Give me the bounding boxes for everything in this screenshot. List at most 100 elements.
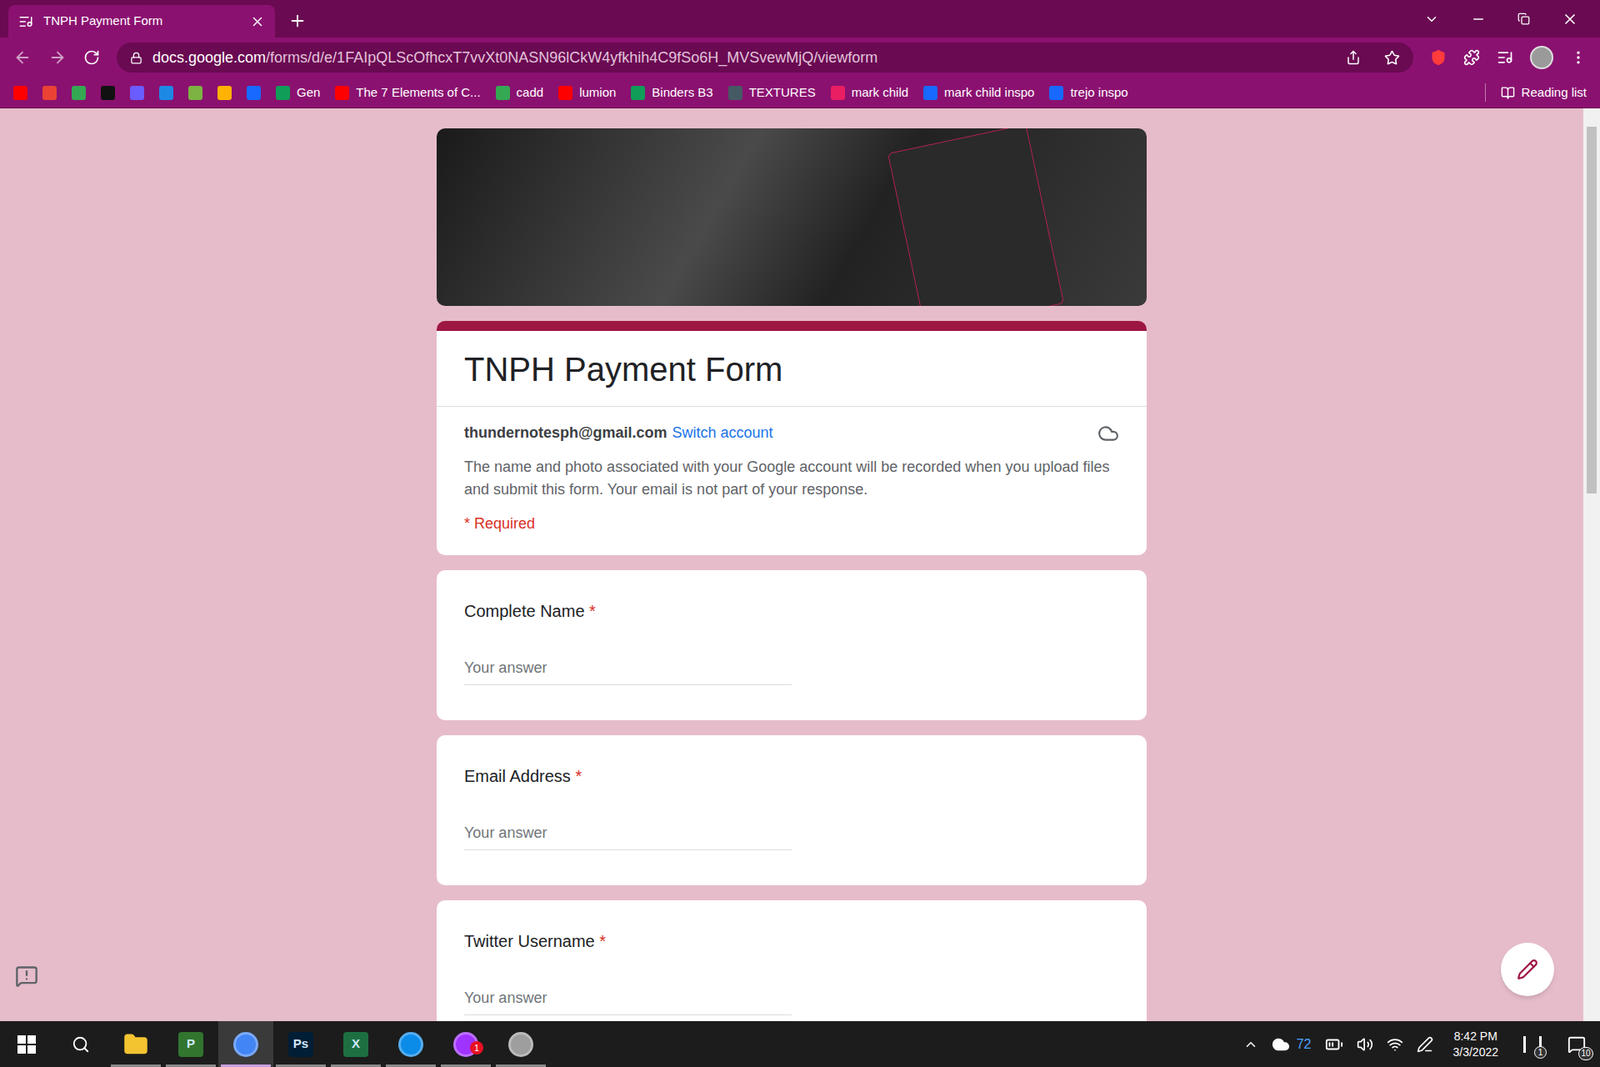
- back-icon[interactable]: [13, 48, 32, 67]
- cloud-saved-icon: [1097, 422, 1120, 445]
- bookmark-item[interactable]: mark child inspo: [916, 80, 1041, 105]
- bookmarks-bar: GenThe 7 Elements of C...caddlumionBinde…: [0, 77, 1600, 109]
- search-button[interactable]: [53, 1020, 109, 1067]
- form-title: TNPH Payment Form: [464, 349, 1120, 390]
- hidden-icons-icon[interactable]: [1243, 1036, 1259, 1052]
- bookmark-item[interactable]: mark child: [824, 80, 915, 105]
- app-icon: Ps: [288, 1031, 314, 1057]
- bookmark-item[interactable]: [181, 80, 210, 105]
- bookmark-icon: [71, 85, 86, 100]
- badge: 1: [470, 1040, 484, 1055]
- media-icon[interactable]: [1496, 49, 1514, 66]
- start-button[interactable]: [0, 1020, 54, 1067]
- profile-avatar[interactable]: [1530, 45, 1554, 70]
- tray-app[interactable]: 1: [1518, 1031, 1547, 1057]
- open-indicator: [110, 1064, 161, 1067]
- bookmark-item[interactable]: Gen: [269, 80, 327, 105]
- notifications-button[interactable]: 10: [1560, 1031, 1594, 1057]
- close-window-icon[interactable]: [1561, 10, 1579, 28]
- bookmark-icon: [923, 85, 938, 100]
- restore-icon[interactable]: [1517, 12, 1530, 25]
- page: TNPH Payment Formthundernotesph@gmail.co…: [0, 108, 1600, 1021]
- browser-tab[interactable]: TNPH Payment Form: [8, 5, 275, 38]
- bookmark-icon: [1049, 85, 1064, 100]
- question-card: Twitter Username *Your answer: [436, 900, 1147, 1021]
- bookmark-icon: [42, 85, 57, 100]
- extension-icon[interactable]: [1430, 49, 1447, 66]
- taskbar-app[interactable]: X: [328, 1020, 384, 1067]
- bookmark-icon: [217, 85, 232, 100]
- answer-input[interactable]: Your answer: [464, 656, 792, 685]
- bookmark-icon: [13, 85, 28, 100]
- taskbar-app[interactable]: 1: [438, 1020, 494, 1067]
- open-indicator: [165, 1064, 216, 1067]
- app-icon: [508, 1031, 534, 1057]
- switch-account-link[interactable]: Switch account: [672, 421, 774, 445]
- reading-list[interactable]: Reading list: [1494, 83, 1594, 103]
- battery-icon[interactable]: [1325, 1035, 1344, 1054]
- bookmark-icon: [495, 85, 510, 100]
- bookmark-item[interactable]: [35, 80, 64, 105]
- tab-strip: TNPH Payment Form: [0, 0, 1600, 38]
- address-bar[interactable]: docs.google.com/forms/d/e/1FAIpQLScOfhcx…: [116, 42, 1414, 73]
- scrollbar[interactable]: [1583, 108, 1600, 1021]
- bookmark-item[interactable]: [123, 80, 151, 105]
- feedback-icon[interactable]: [15, 964, 39, 988]
- weather-icon[interactable]: [1271, 1035, 1290, 1054]
- taskbar-app[interactable]: [218, 1020, 274, 1067]
- taskbar-app[interactable]: P: [163, 1020, 219, 1067]
- bookmark-item[interactable]: cadd: [489, 80, 551, 105]
- extensions-icon[interactable]: [1463, 49, 1480, 66]
- bookmark-item[interactable]: trejo inspo: [1042, 80, 1135, 105]
- bookmark-icon: [159, 85, 174, 100]
- new-tab-icon[interactable]: [288, 11, 307, 30]
- badge: 1: [1534, 1045, 1547, 1059]
- bookmark-icon: [558, 85, 573, 100]
- taskbar: P Ps X 1 72 8:42 PM3/3/2022 1 10: [0, 1020, 1600, 1067]
- taskbar-app[interactable]: Ps: [273, 1020, 329, 1067]
- clock[interactable]: 8:42 PM3/3/2022: [1446, 1028, 1506, 1060]
- app-icon: [233, 1031, 259, 1057]
- bookmark-icon: [728, 85, 743, 100]
- minimize-icon[interactable]: [1470, 11, 1486, 27]
- taskbar-app[interactable]: [108, 1020, 164, 1067]
- bookmark-item[interactable]: Binders B3: [624, 80, 720, 105]
- tab-search-icon[interactable]: [1424, 11, 1440, 27]
- bookmark-item[interactable]: TEXTURES: [721, 80, 823, 105]
- bookmark-icon: [188, 85, 203, 100]
- form-banner: [436, 128, 1147, 306]
- bookmark-item[interactable]: [240, 80, 268, 105]
- forward-icon[interactable]: [48, 48, 67, 67]
- bookmark-item[interactable]: lumion: [551, 80, 623, 105]
- bookmark-item[interactable]: [65, 80, 93, 105]
- open-indicator: [275, 1064, 326, 1067]
- reload-icon[interactable]: [83, 49, 100, 66]
- bookmark-item[interactable]: The 7 Elements of C...: [328, 80, 487, 105]
- windows-icon: [17, 1035, 36, 1054]
- taskbar-app[interactable]: [493, 1020, 549, 1067]
- bookmark-item[interactable]: [94, 80, 122, 105]
- app-icon: [398, 1031, 424, 1057]
- bookmark-item[interactable]: [6, 80, 35, 105]
- wifi-icon[interactable]: [1386, 1035, 1404, 1053]
- bookmark-item[interactable]: [152, 80, 180, 105]
- lock-icon: [130, 51, 143, 65]
- bookmark-icon: [335, 85, 350, 100]
- open-indicator: [220, 1064, 271, 1067]
- pen-icon[interactable]: [1416, 1035, 1434, 1053]
- close-tab-icon[interactable]: [250, 14, 265, 30]
- taskbar-app[interactable]: [383, 1020, 439, 1067]
- temperature[interactable]: 72: [1296, 1034, 1312, 1055]
- answer-input[interactable]: Your answer: [464, 986, 792, 1015]
- edit-button[interactable]: [1500, 942, 1555, 996]
- bookmark-star-icon[interactable]: [1384, 50, 1400, 66]
- open-indicator: [440, 1064, 491, 1067]
- answer-input[interactable]: Your answer: [464, 821, 792, 850]
- share-icon[interactable]: [1345, 50, 1361, 65]
- menu-icon[interactable]: [1570, 49, 1587, 66]
- volume-icon[interactable]: [1356, 1035, 1374, 1053]
- bookmark-item[interactable]: [210, 80, 239, 105]
- bookmark-icon: [130, 85, 145, 100]
- form-header-card: TNPH Payment Formthundernotesph@gmail.co…: [436, 320, 1147, 555]
- scrollbar-thumb[interactable]: [1586, 126, 1597, 494]
